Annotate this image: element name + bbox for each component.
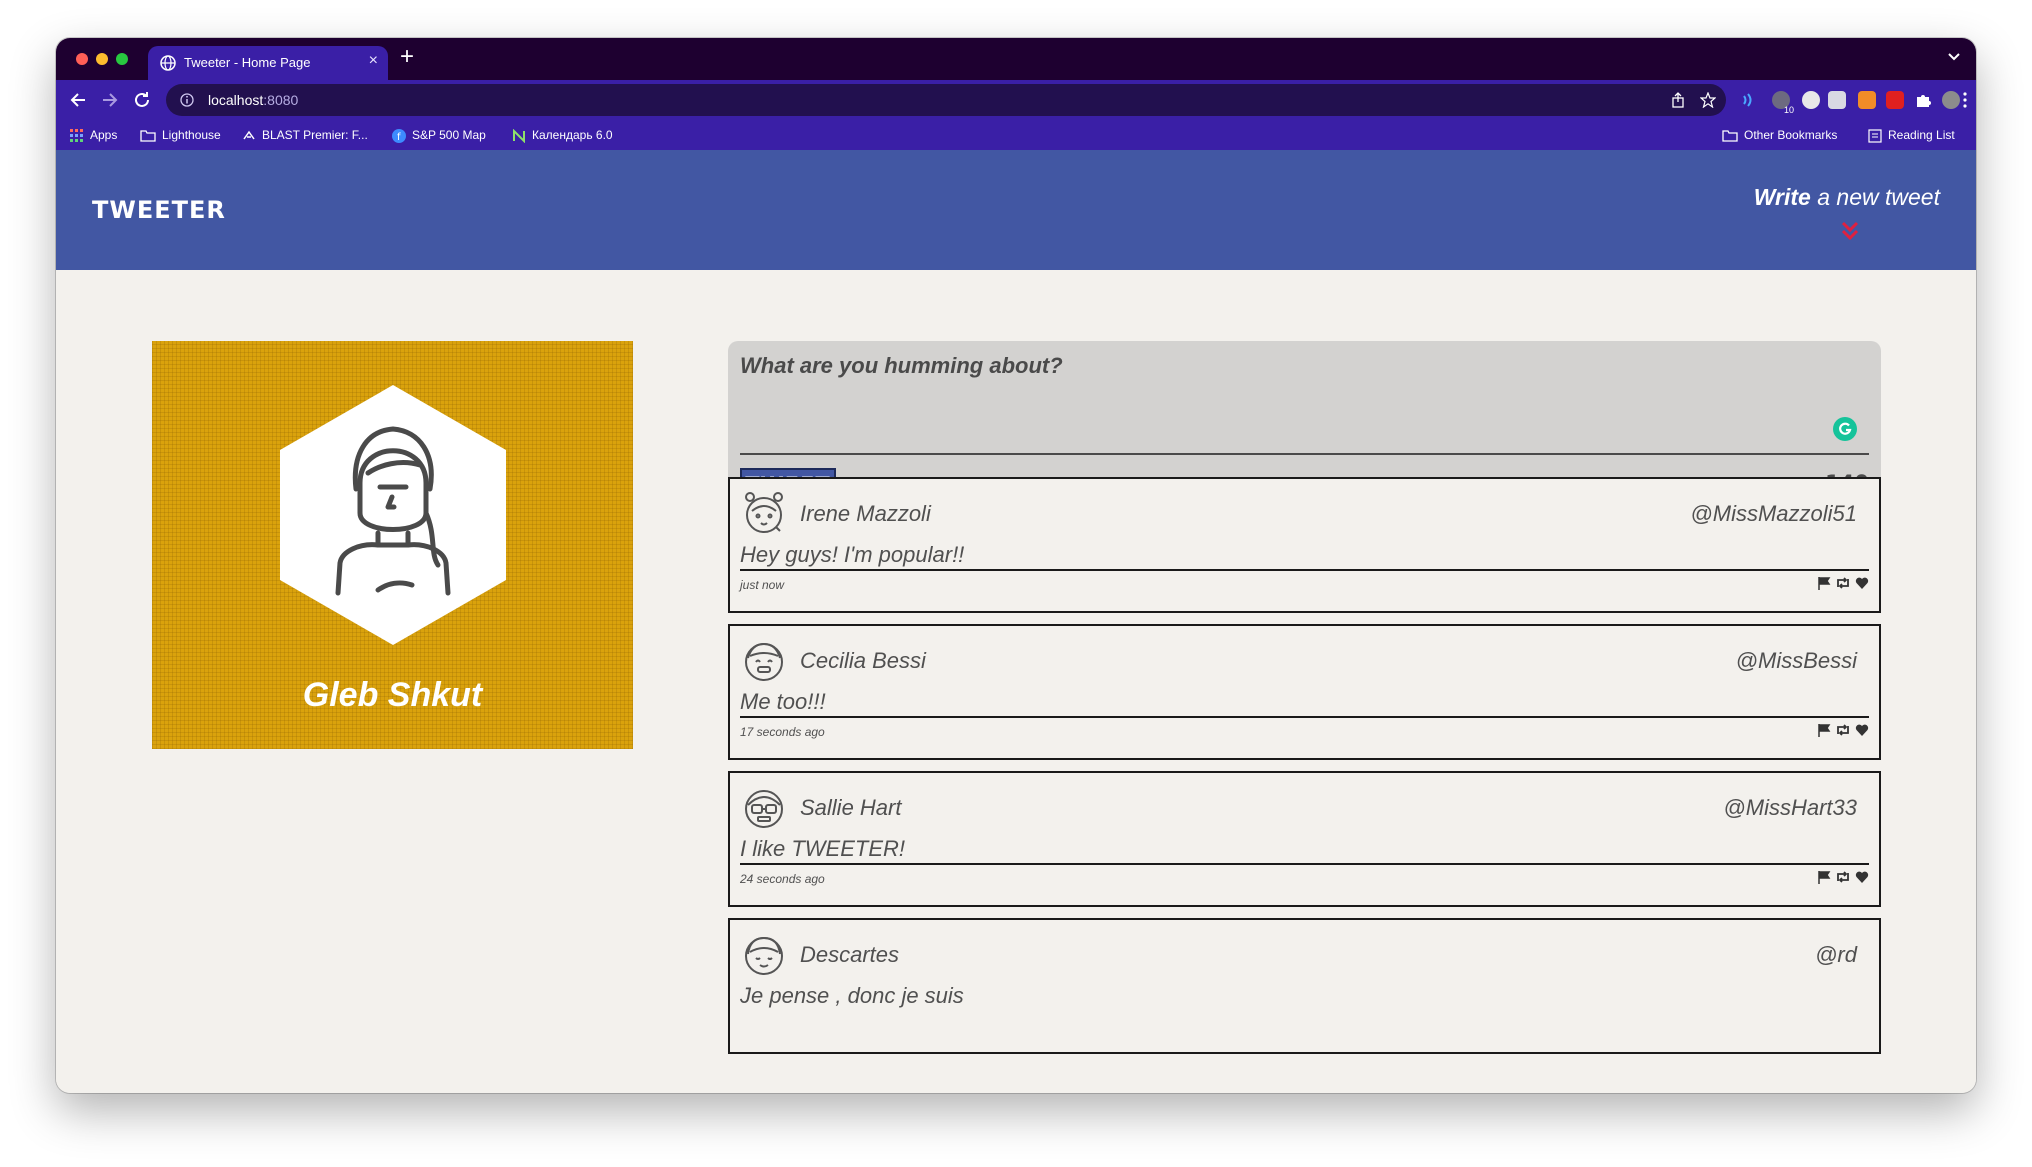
extension-badge-icon[interactable]: 10 — [1772, 91, 1794, 115]
tweet-card: Cecilia Bessi @MissBessi Me too!!! 17 se… — [728, 624, 1881, 760]
tweet-actions — [1817, 723, 1869, 739]
bookmark-calendar[interactable]: Календарь 6.0 — [512, 126, 613, 144]
flag-icon[interactable] — [1817, 576, 1831, 590]
retweet-icon[interactable] — [1835, 723, 1851, 737]
reload-icon[interactable] — [132, 90, 152, 110]
tab-bar: Tweeter - Home Page × + — [56, 38, 1976, 80]
tweet-timestamp: 24 seconds ago — [740, 872, 825, 886]
calendar-n-icon — [513, 128, 525, 143]
profile-name: Gleb Shkut — [302, 676, 483, 714]
minimize-window-button[interactable] — [96, 53, 108, 65]
double-chevron-down-icon[interactable] — [1840, 220, 1860, 242]
avatar — [745, 790, 783, 828]
bookmark-star-icon[interactable] — [1700, 92, 1716, 108]
browser-tab-active[interactable]: Tweeter - Home Page × — [148, 46, 388, 80]
tweet-text: I like TWEETER! — [740, 836, 906, 861]
tweet-actions — [1817, 576, 1869, 592]
tab-title: Tweeter - Home Page — [184, 55, 311, 70]
wave-extension-icon[interactable] — [1740, 91, 1758, 109]
blast-logo-icon — [243, 130, 255, 140]
tab-close-button[interactable]: × — [369, 52, 378, 70]
address-bar[interactable]: localhost:8080 — [166, 84, 1726, 116]
avatar — [745, 492, 783, 533]
browser-toolbar: localhost:8080 10 — [56, 80, 1976, 120]
tweet-card: Irene Mazzoli @MissMazzoli51 Hey guys! I… — [728, 477, 1881, 613]
zoom-window-button[interactable] — [116, 53, 128, 65]
retweet-icon[interactable] — [1835, 576, 1851, 590]
finviz-icon: f — [392, 128, 406, 143]
tweet-author-handle: @MissHart33 — [1723, 795, 1857, 820]
tweet-text: Me too!!! — [740, 689, 826, 714]
heart-icon[interactable] — [1855, 576, 1869, 590]
bookmark-other-bookmarks[interactable]: Other Bookmarks — [1722, 126, 1837, 144]
browser-window: Tweeter - Home Page × + localhost:8080 1… — [56, 38, 1976, 1093]
tweet-card: Sallie Hart @MissHart33 I like TWEETER! … — [728, 771, 1881, 907]
puzzle-extensions-icon[interactable] — [1914, 91, 1932, 109]
tweet-text: Je pense , donc je suis — [740, 983, 964, 1008]
tweet-author-name: Cecilia Bessi — [800, 648, 926, 673]
bookmark-blast[interactable]: BLAST Premier: F... — [242, 126, 368, 144]
tweet-text: Hey guys! I'm popular!! — [740, 542, 965, 567]
bookmarks-bar: Apps Lighthouse BLAST Premier: F... f S&… — [56, 120, 1976, 150]
new-tab-button[interactable]: + — [400, 44, 414, 70]
svg-text:f: f — [397, 132, 401, 143]
forward-arrow-icon[interactable] — [100, 90, 120, 110]
page-content: TWEETER Write a new tweet Gleb Shkut Wha… — [56, 150, 1976, 1093]
info-icon[interactable] — [180, 93, 194, 107]
extension-page-icon[interactable] — [1828, 91, 1846, 109]
flag-icon[interactable] — [1817, 723, 1831, 737]
metamask-fox-icon[interactable] — [1858, 91, 1876, 109]
heart-icon[interactable] — [1855, 870, 1869, 884]
tweet-timestamp: 17 seconds ago — [740, 725, 825, 739]
heart-icon[interactable] — [1855, 723, 1869, 737]
bookmark-lighthouse[interactable]: Lighthouse — [140, 126, 221, 144]
bookmark-apps[interactable]: Apps — [70, 126, 117, 144]
profile-avatar — [280, 385, 506, 645]
tweet-divider — [740, 569, 1869, 571]
folder-icon — [1722, 130, 1738, 142]
tweet-textarea[interactable]: What are you humming about? — [740, 353, 1063, 379]
url-text: localhost:8080 — [208, 92, 299, 108]
apps-grid-icon — [70, 128, 83, 142]
profile-card: Gleb Shkut — [152, 341, 633, 749]
share-icon[interactable] — [1670, 92, 1686, 108]
close-window-button[interactable] — [76, 53, 88, 65]
tweet-author-name: Irene Mazzoli — [800, 501, 931, 526]
globe-icon — [160, 55, 176, 71]
chevron-down-icon[interactable] — [1946, 48, 1962, 64]
grammarly-icon[interactable] — [1833, 417, 1857, 441]
tweet-actions — [1817, 870, 1869, 886]
reading-list-icon — [1868, 129, 1882, 143]
tweet-author-handle: @MissMazzoli51 — [1690, 501, 1857, 526]
folder-icon — [140, 130, 156, 142]
extension-circle-icon[interactable] — [1802, 91, 1820, 109]
tweet-divider — [740, 863, 1869, 865]
tweet-author-name: Descartes — [800, 942, 900, 967]
tweet-divider — [740, 716, 1869, 718]
avatar — [745, 936, 783, 975]
flag-icon[interactable] — [1817, 870, 1831, 884]
tweet-author-name: Sallie Hart — [800, 795, 902, 820]
extension-red-icon[interactable] — [1886, 91, 1904, 109]
profile-avatar-icon[interactable] — [1942, 91, 1960, 109]
write-tweet-toggle[interactable]: Write a new tweet — [1754, 184, 1940, 211]
tweet-author-handle: @MissBessi — [1735, 648, 1857, 673]
bookmark-reading-list[interactable]: Reading List — [1868, 126, 1955, 144]
tweet-timestamp: just now — [740, 578, 785, 592]
site-header: TWEETER Write a new tweet — [56, 150, 1976, 270]
site-logo[interactable]: TWEETER — [92, 196, 226, 224]
textarea-underline — [740, 453, 1869, 455]
retweet-icon[interactable] — [1835, 870, 1851, 884]
avatar — [745, 642, 783, 681]
more-menu-icon[interactable] — [1960, 91, 1970, 109]
tweet-author-handle: @rd — [1815, 942, 1857, 967]
bookmark-sp500-map[interactable]: f S&P 500 Map — [392, 126, 486, 144]
tweet-card: Descartes @rd Je pense , donc je suis — [728, 918, 1881, 1054]
back-arrow-icon[interactable] — [68, 90, 88, 110]
